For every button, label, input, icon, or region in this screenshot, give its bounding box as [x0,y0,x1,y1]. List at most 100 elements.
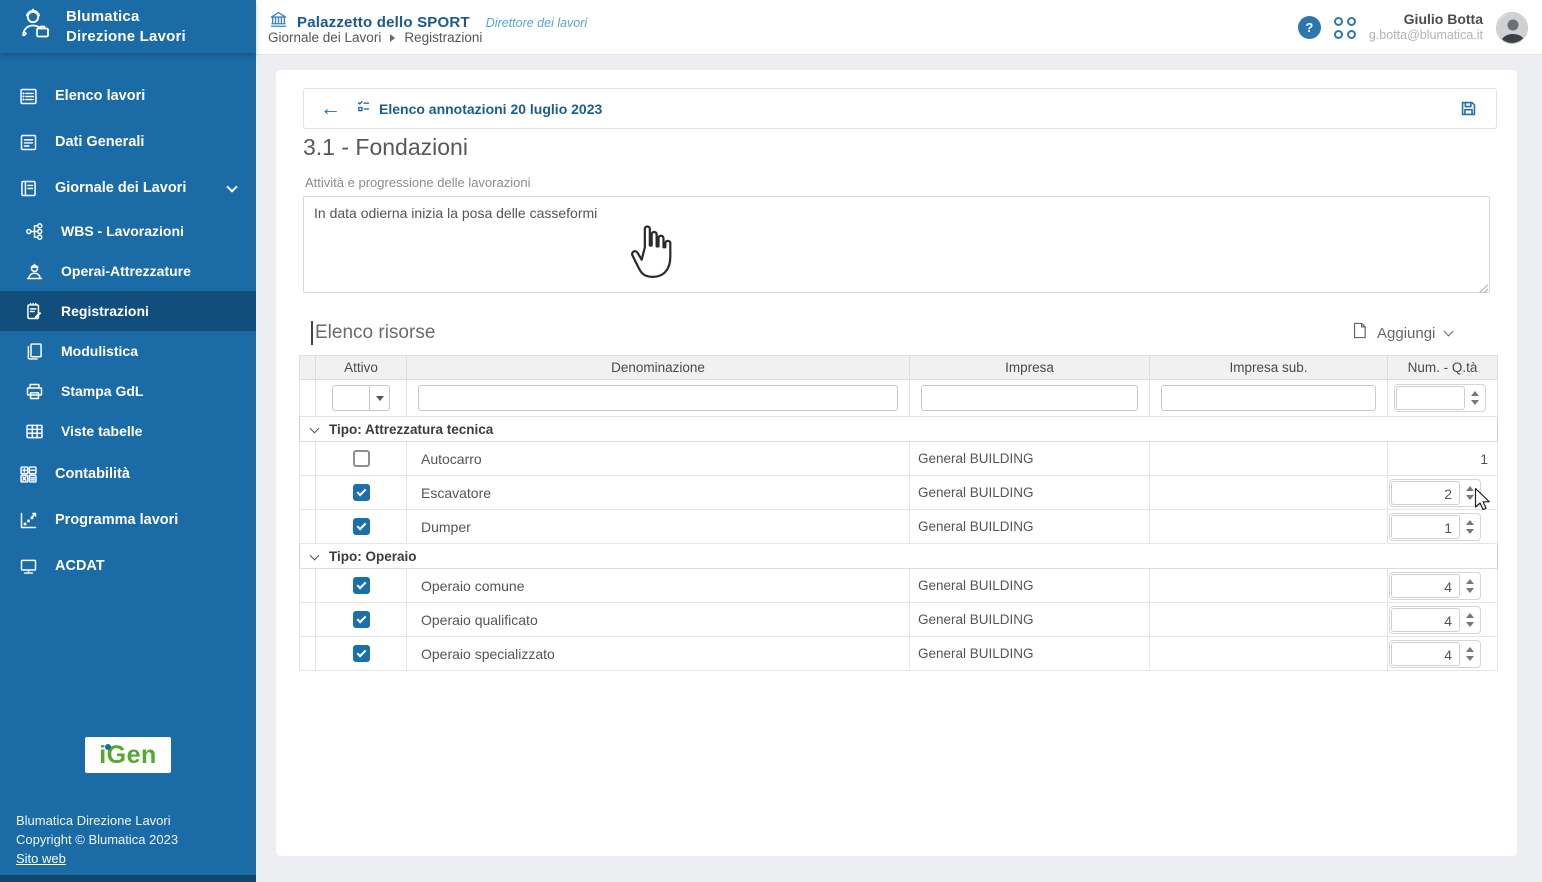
spinner-buttons[interactable] [1460,515,1479,539]
check-icon [356,579,366,589]
sidebar-item-label: Registrazioni [61,303,149,319]
sidebar-item-contabilita[interactable]: Contabilità [0,451,256,497]
sidebar: Blumatica Direzione Lavori Elenco lavori… [0,0,256,882]
text-caret [311,321,313,345]
sidebar-nav: Elenco lavori Dati GeneraliGiornale dei L… [0,73,256,589]
chevron-down-icon [226,181,237,192]
add-resource-button[interactable]: Aggiungi [1352,322,1452,344]
help-button[interactable]: ? [1298,16,1321,39]
topbar: Palazzetto dello SPORT Direttore dei lav… [256,0,1542,55]
filter-impresa-sub-input[interactable] [1161,385,1376,411]
active-checkbox[interactable] [353,518,370,535]
spinner-up-icon[interactable] [1466,613,1474,618]
breadcrumb-giornale[interactable]: Giornale dei Lavori [268,30,381,45]
sidebar-item-viste-tabelle[interactable]: Viste tabelle [0,411,256,451]
sidebar-item-modulistica[interactable]: Modulistica [0,331,256,371]
check-icon [356,647,366,657]
resource-subcompany [1150,442,1388,476]
activity-textarea[interactable]: In data odierna inizia la posa delle cas… [303,196,1490,293]
group-collapse-icon[interactable] [310,423,320,433]
active-checkbox[interactable] [353,484,370,501]
table-row: AutocarroGeneral BUILDING1 [300,442,1498,476]
group-row[interactable]: Tipo: Operaio [300,544,1498,569]
qty-spinner[interactable]: 4 [1389,572,1481,600]
filter-qty-spinner[interactable] [1394,384,1486,412]
chevron-down-icon [1444,327,1454,337]
footer-website-link[interactable]: Sito web [16,851,66,866]
sidebar-item-stampa-gdl[interactable]: Stampa GdL [0,371,256,411]
sidebar-item-wbs-lavorazioni[interactable]: WBS - Lavorazioni [0,211,256,251]
sidebar-item-giornale-dei-lavori[interactable]: Giornale dei Lavori [0,165,256,211]
resource-name: Escavatore [407,476,910,510]
check-icon [356,613,366,623]
spinner-down-icon [1471,400,1479,405]
spinner-buttons[interactable] [1460,642,1479,666]
sidebar-item-label: Viste tabelle [61,423,142,439]
igen-logo: iGen [85,737,171,773]
sidebar-item-registrazioni[interactable]: Registrazioni [0,291,256,331]
breadcrumb-separator-icon [390,34,395,42]
check-icon [356,520,366,530]
qty-value[interactable]: 4 [1391,608,1460,632]
active-checkbox[interactable] [353,450,370,467]
sidebar-item-acdat[interactable]: ACDAT [0,543,256,589]
spinner-down-icon[interactable] [1466,529,1474,534]
back-arrow-icon[interactable]: ← [320,98,341,119]
spinner-down-icon[interactable] [1466,656,1474,661]
sidebar-bottom-strip [0,875,256,882]
spinner-up-icon[interactable] [1466,647,1474,652]
spinner-down-icon[interactable] [1466,622,1474,627]
save-button[interactable] [1459,99,1478,118]
spinner-up-icon[interactable] [1466,579,1474,584]
resource-name: Operaio comune [407,569,910,603]
resource-company: General BUILDING [910,476,1150,510]
annotations-list-label: Elenco annotazioni 20 luglio 2023 [379,101,602,117]
resources-title: Elenco risorse [315,322,435,344]
active-checkbox[interactable] [353,645,370,662]
group-row[interactable]: Tipo: Attrezzatura tecnica [300,417,1498,442]
qty-value[interactable]: 4 [1391,642,1460,666]
col-attivo: Attivo [316,356,407,380]
resource-subcompany [1150,510,1388,544]
qty-value[interactable]: 4 [1391,574,1460,598]
spinner-up-icon[interactable] [1466,486,1474,491]
project-title: Palazzetto dello SPORT [297,14,470,31]
spinner-down-icon[interactable] [1466,588,1474,593]
forms-icon [22,341,46,362]
qty-value[interactable]: 1 [1391,515,1460,539]
qty-spinner[interactable]: 1 [1389,513,1481,541]
group-collapse-icon[interactable] [310,550,320,560]
filter-denominazione-input[interactable] [418,385,898,411]
breadcrumb-registrazioni[interactable]: Registrazioni [404,30,482,45]
annotations-list-link[interactable]: Elenco annotazioni 20 luglio 2023 [356,99,602,119]
qty-value[interactable]: 2 [1391,481,1460,505]
col-impresa-sub: Impresa sub. [1150,356,1388,380]
active-checkbox[interactable] [353,577,370,594]
filter-impresa-input[interactable] [921,385,1138,411]
sidebar-item-dati-generali[interactable]: Dati Generali [0,119,256,165]
brand-line1: Blumatica [66,7,186,27]
spinner-buttons[interactable] [1460,608,1479,632]
active-checkbox[interactable] [353,611,370,628]
filter-attivo-select[interactable] [332,385,390,411]
check-icon [356,486,366,496]
spinner-up-icon [1471,391,1479,396]
spinner-up-icon[interactable] [1466,520,1474,525]
sidebar-item-programma-lavori[interactable]: Programma lavori [0,497,256,543]
qty-spinner[interactable]: 4 [1389,640,1481,668]
user-email: g.botta@blumatica.it [1369,28,1483,44]
spinner-down-icon[interactable] [1466,495,1474,500]
apps-grid-icon[interactable] [1334,17,1356,39]
resource-subcompany [1150,476,1388,510]
avatar[interactable] [1496,12,1528,44]
spinner-buttons[interactable] [1460,481,1479,505]
calculator-icon [16,464,40,485]
qty-spinner[interactable]: 2 [1389,479,1481,507]
sidebar-item-label: Elenco lavori [55,88,145,104]
qty-spinner[interactable]: 4 [1389,606,1481,634]
group-label: Tipo: Attrezzatura tecnica [329,422,493,437]
sidebar-item-operai-attrezzature[interactable]: Operai-Attrezzature [0,251,256,291]
filter-row [300,380,1498,417]
sidebar-item-elenco-lavori[interactable]: Elenco lavori [0,73,256,119]
spinner-buttons[interactable] [1460,574,1479,598]
